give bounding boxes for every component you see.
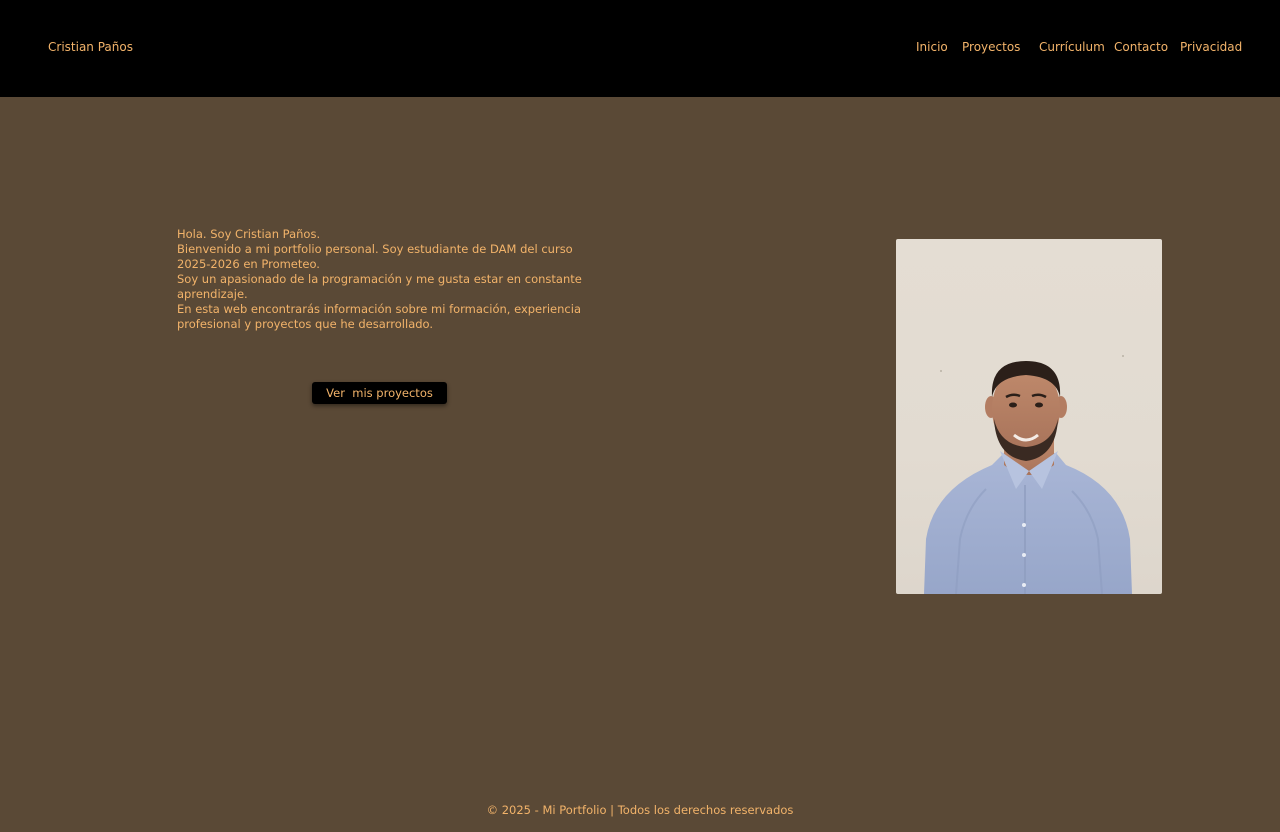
nav-curriculum[interactable]: Currículum [1039,38,1105,56]
nav-contacto[interactable]: Contacto [1114,38,1168,56]
profile-photo [896,239,1162,594]
footer-copyright: © 2025 - Mi Portfolio | Todos los derech… [486,803,794,817]
intro-welcome: Bienvenido a mi portfolio personal. Soy … [177,242,573,271]
intro-passion: Soy un apasionado de la programación y m… [177,272,582,301]
nav-inicio[interactable]: Inicio [916,38,948,56]
intro-greeting: Hola. Soy Cristian Paños. [177,227,321,241]
intro-text: Hola. Soy Cristian Paños. Bienvenido a m… [177,227,587,332]
profile-photo-icon [924,355,1132,594]
nav-privacidad[interactable]: Privacidad [1180,38,1242,56]
intro-info: En esta web encontrarás información sobr… [177,302,581,331]
nav-proyectos[interactable]: Proyectos [962,38,1020,56]
site-header: Cristian Paños Inicio Proyectos Currícul… [0,0,1280,97]
brand-link[interactable]: Cristian Paños [48,38,133,56]
view-projects-button[interactable]: Ver mis proyectos [312,382,447,404]
